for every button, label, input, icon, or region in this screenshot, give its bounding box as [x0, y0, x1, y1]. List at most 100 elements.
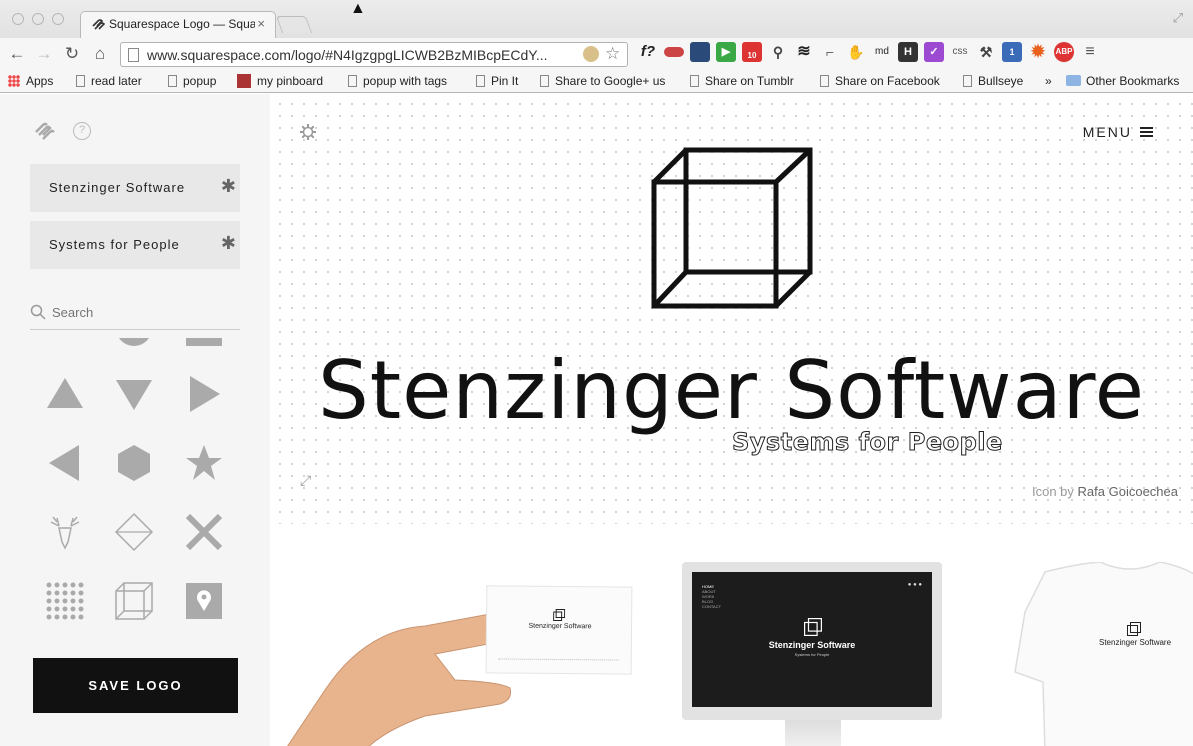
credit-author-link[interactable]: Rafa Goicoechea	[1078, 484, 1178, 499]
bookmark-popup[interactable]: popup	[168, 74, 216, 88]
extension-check-icon[interactable]: ✓	[924, 42, 944, 62]
extension-evernote-icon[interactable]: ✋	[846, 42, 866, 62]
asterisk-icon[interactable]: ✱	[221, 176, 236, 197]
extension-h-icon[interactable]: H	[898, 42, 918, 62]
search-icon	[30, 304, 46, 320]
browser-titlebar: Squarespace Logo — Squarespace × ⤢	[0, 0, 1193, 38]
minimize-window-button[interactable]	[32, 13, 44, 25]
forward-arrow-icon[interactable]: →	[34, 44, 54, 64]
map-pin-icon[interactable]	[184, 581, 224, 621]
diamond-icon[interactable]	[114, 512, 154, 552]
bookmark-share-facebook[interactable]: Share on Facebook	[820, 74, 940, 88]
gear-icon[interactable]	[300, 124, 316, 140]
extension-bird-icon[interactable]: ⚲	[768, 42, 788, 62]
cube-icon[interactable]	[114, 581, 154, 621]
home-icon[interactable]: ⌂	[90, 44, 110, 64]
extension-md-icon[interactable]: md	[872, 42, 892, 62]
triangle-right-icon[interactable]	[184, 374, 224, 414]
browser-tab[interactable]: Squarespace Logo — Squarespace ×	[80, 11, 276, 38]
credit-prefix: Icon by	[1032, 484, 1074, 499]
x-cross-icon[interactable]	[184, 512, 224, 552]
save-logo-button[interactable]: SAVE LOGO	[33, 658, 238, 713]
bookmark-label: read later	[91, 74, 142, 88]
bookmark-label: Bullseye	[978, 74, 1024, 88]
text-box-title[interactable]: Stenzinger Software ✱	[30, 164, 240, 212]
back-arrow-icon[interactable]: ←	[7, 44, 27, 64]
card-fine-print	[498, 658, 619, 666]
bookmarks-overflow-chevron[interactable]: »	[1045, 74, 1052, 88]
fullscreen-icon[interactable]: ⤢	[1173, 10, 1183, 26]
bookmark-share-tumblr[interactable]: Share on Tumblr	[690, 74, 794, 88]
bookmark-pin-it[interactable]: Pin It	[476, 74, 518, 88]
triangle-left-icon[interactable]	[45, 443, 85, 483]
url-text[interactable]: www.squarespace.com/logo/#N4IgzgpgLICWB2…	[147, 47, 579, 63]
close-window-button[interactable]	[12, 13, 24, 25]
screen-name: Stenzinger Software	[768, 640, 856, 650]
cube-logo-icon[interactable]	[650, 146, 816, 312]
expand-icon[interactable]: ⤢	[300, 472, 311, 489]
circle-shape-icon[interactable]	[114, 338, 154, 348]
extension-play-icon[interactable]: ▶	[716, 42, 736, 62]
extension-mask-icon[interactable]	[664, 47, 684, 57]
asterisk-icon[interactable]: ✱	[221, 233, 236, 254]
triangle-down-icon[interactable]	[114, 374, 154, 414]
chrome-menu-icon[interactable]: ≡	[1080, 42, 1100, 62]
bookmark-bullseye[interactable]: Bullseye	[963, 74, 1023, 88]
dot-grid-icon[interactable]	[45, 581, 85, 621]
icon-search	[30, 300, 240, 330]
screen-nav: HOME ABOUT WORK BLOG CONTACT	[702, 584, 721, 609]
cookie-extension-icon[interactable]	[583, 46, 599, 62]
zoom-window-button[interactable]	[52, 13, 64, 25]
icon-grid	[30, 338, 240, 628]
address-bar[interactable]: www.squarespace.com/logo/#N4IgzgpgLICWB2…	[120, 42, 628, 67]
extension-pin-icon[interactable]: ⌐	[820, 42, 840, 62]
screen-nav-item: CONTACT	[702, 604, 722, 609]
bookmark-share-google[interactable]: Share to Google+ us	[540, 74, 665, 88]
logo-title-text[interactable]: Stenzinger Software	[270, 344, 1193, 437]
monitor-stand	[785, 720, 841, 746]
menu-label: MENU	[1082, 124, 1132, 140]
squarespace-logo-icon[interactable]	[34, 122, 56, 142]
text-box-tagline[interactable]: Systems for People ✱	[30, 221, 240, 269]
tab-close-icon[interactable]: ×	[257, 16, 265, 31]
cube-icon	[1127, 622, 1141, 636]
text-box-label: Systems for People	[49, 237, 180, 252]
extension-css-icon[interactable]: css	[950, 42, 970, 62]
cube-icon	[804, 618, 822, 636]
bookmark-label: popup	[183, 74, 217, 88]
hexagon-icon[interactable]	[114, 443, 154, 483]
new-tab-button[interactable]	[275, 16, 313, 33]
help-icon[interactable]: ?	[73, 122, 91, 140]
page-icon	[476, 75, 485, 87]
extension-layers-icon[interactable]: ≋	[794, 42, 814, 62]
bookmark-star-icon[interactable]: ☆	[605, 44, 620, 64]
extension-sun-icon[interactable]: ✹	[1028, 42, 1048, 62]
square-shape-icon[interactable]	[184, 338, 224, 348]
bookmark-label: Share to Google+ us	[555, 74, 666, 88]
search-input[interactable]	[52, 305, 232, 320]
extension-tool-icon[interactable]: ⚒	[976, 42, 996, 62]
text-box-label: Stenzinger Software	[49, 180, 186, 195]
bookmark-label: Pin It	[491, 74, 519, 88]
extension-box-icon[interactable]	[690, 42, 710, 62]
menu-button[interactable]: MENU	[1083, 124, 1153, 140]
cube-icon	[553, 608, 566, 622]
tab-title: Squarespace Logo — Squarespace	[109, 17, 255, 31]
bookmark-apps[interactable]: Apps	[8, 74, 53, 88]
star-icon[interactable]	[184, 443, 224, 483]
adblock-plus-icon[interactable]: ABP	[1054, 42, 1074, 62]
bookmark-other-bookmarks[interactable]: Other Bookmarks	[1066, 74, 1179, 88]
extension-asterisk-badge-icon[interactable]: 10	[742, 42, 762, 62]
bookmark-my-pinboard[interactable]: my pinboard	[237, 74, 323, 88]
triangle-up-icon[interactable]	[45, 374, 85, 414]
extension-fquestion-icon[interactable]: f?	[638, 42, 658, 62]
bookmark-read-later[interactable]: read later	[76, 74, 142, 88]
reload-icon[interactable]: ↻	[62, 44, 82, 64]
hand-holding-card-image	[287, 613, 511, 746]
bookmark-label: Share on Facebook	[835, 74, 940, 88]
squarespace-favicon-icon	[92, 19, 105, 30]
extension-grid-badge-icon[interactable]: 1	[1002, 42, 1022, 62]
bookmark-popup-with-tags[interactable]: popup with tags	[348, 74, 447, 88]
logo-tagline-text[interactable]: Systems for People	[732, 428, 1003, 457]
deer-icon[interactable]	[45, 512, 85, 552]
